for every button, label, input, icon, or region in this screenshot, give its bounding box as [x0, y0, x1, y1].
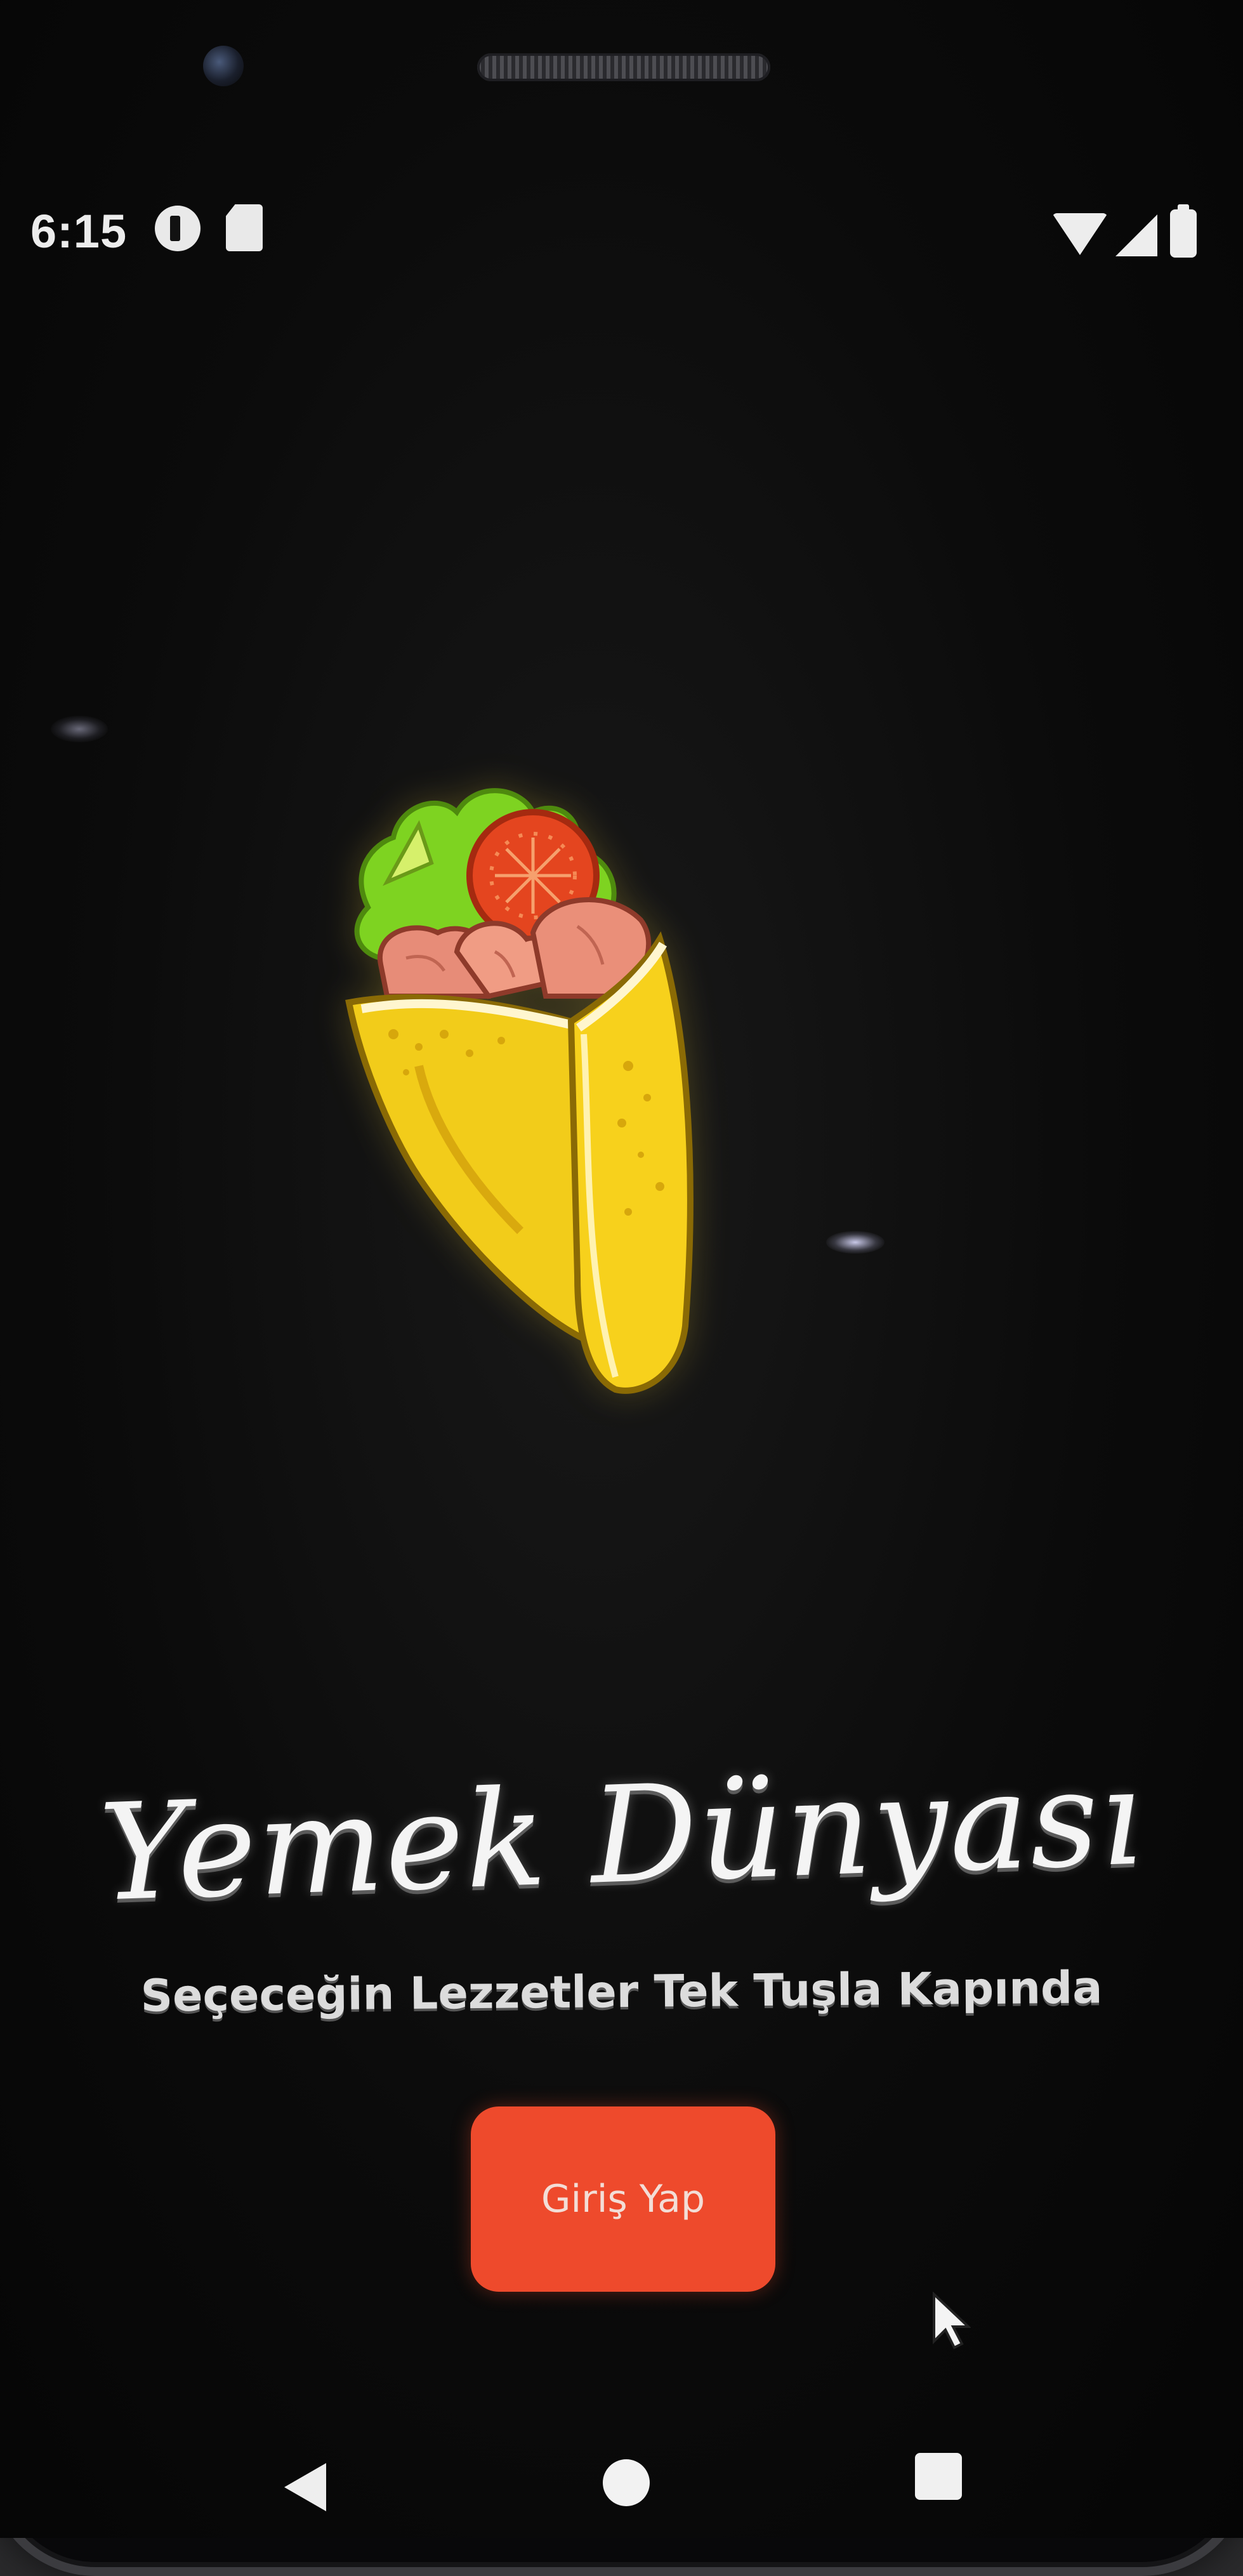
signal-icon [1115, 214, 1157, 256]
earpiece-speaker [477, 53, 770, 81]
login-button[interactable]: Giriş Yap [471, 2106, 775, 2292]
mouse-cursor-icon [931, 2291, 972, 2350]
back-icon[interactable] [282, 2462, 332, 2515]
screen-glare [51, 716, 108, 742]
notification-circle-icon [155, 206, 201, 251]
status-bar: 6:15 [30, 197, 1204, 266]
status-time: 6:15 [30, 205, 128, 258]
sd-card-icon [226, 204, 263, 251]
app-title: Yemek Dünyası [96, 1739, 1147, 1931]
app-subtitle: Seçeceğin Lezzetler Tek Tuşla Kapında [140, 1961, 1103, 2022]
wrap-sandwich-illustration [343, 768, 799, 1453]
app-screen: 6:15 Yemek Dünyası Seçeceğin Lezzetler T… [0, 0, 1243, 2538]
battery-icon [1170, 204, 1197, 258]
home-icon[interactable] [603, 2459, 650, 2506]
screen-glare [826, 1231, 885, 1254]
recents-icon[interactable] [915, 2453, 962, 2500]
front-camera [203, 46, 244, 86]
wifi-icon [1052, 213, 1108, 255]
status-indicators [1052, 202, 1204, 259]
